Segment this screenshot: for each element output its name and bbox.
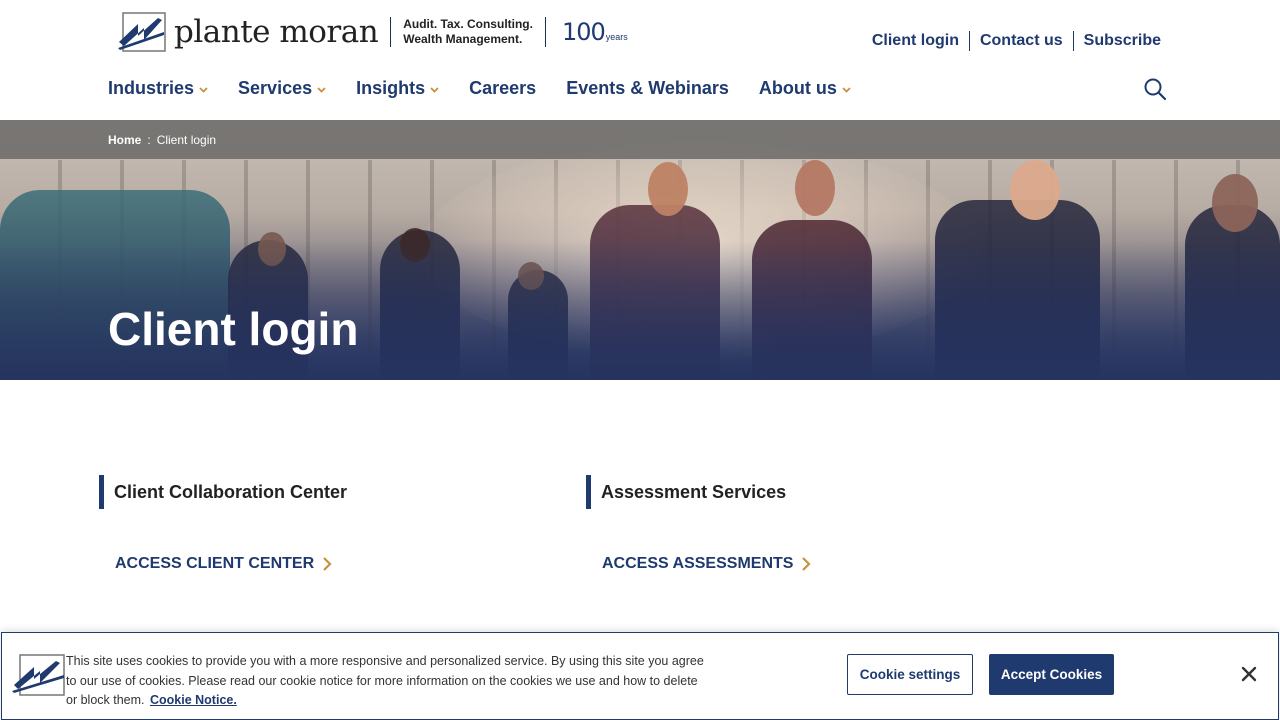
cookie-settings-button[interactable]: Cookie settings xyxy=(847,654,973,695)
nav-item-label: Careers xyxy=(469,78,537,98)
breadcrumb: Home : Client login xyxy=(0,120,1280,159)
search-icon[interactable] xyxy=(1143,77,1167,101)
chevron-down-icon xyxy=(430,86,439,93)
chevron-right-icon xyxy=(802,557,812,571)
utility-link-contact-us[interactable]: Contact us xyxy=(968,31,1073,51)
logo-divider-2 xyxy=(544,17,546,47)
nav-item-events-webinars[interactable]: Events & Webinars xyxy=(566,78,729,99)
cookie-message: This site uses cookies to provide you wi… xyxy=(66,652,706,711)
access-assessments-link[interactable]: ACCESS ASSESSMENTS xyxy=(602,555,812,573)
plante-moran-logo-mark-icon xyxy=(118,12,166,52)
anniversary-number: 100 xyxy=(561,18,606,46)
hero-person-head xyxy=(648,162,688,216)
section-heading: Assessment Services xyxy=(586,475,1026,509)
utility-nav: Client login Contact us Subscribe xyxy=(862,31,1161,51)
anniversary-badge: 100 years xyxy=(562,18,628,46)
link-label: ACCESS CLIENT CENTER xyxy=(115,555,315,572)
chevron-down-icon xyxy=(199,86,208,93)
section-title: Client Collaboration Center xyxy=(114,481,348,502)
logo-tagline-line2: Wealth Management. xyxy=(403,32,523,46)
anniversary-suffix: years xyxy=(605,32,628,42)
nav-item-label: Services xyxy=(238,78,313,98)
chevron-right-icon xyxy=(323,557,332,571)
breadcrumb-separator: : xyxy=(147,132,151,147)
hero-person-head xyxy=(795,160,835,216)
chevron-down-icon xyxy=(842,86,851,93)
breadcrumb-home-link[interactable]: Home xyxy=(108,133,141,147)
logo-wordmark: plante moran xyxy=(174,14,379,50)
nav-item-industries[interactable]: Industries xyxy=(108,78,208,99)
accept-cookies-button[interactable]: Accept Cookies xyxy=(989,654,1114,695)
cookie-notice-link[interactable]: Cookie Notice. xyxy=(150,693,237,707)
nav-item-insights[interactable]: Insights xyxy=(356,78,439,99)
cookie-banner: This site uses cookies to provide you wi… xyxy=(1,632,1279,720)
nav-item-label: Insights xyxy=(356,78,426,98)
link-label: ACCESS ASSESSMENTS xyxy=(602,555,794,572)
section-client-collaboration: Client Collaboration Center ACCESS CLIEN… xyxy=(99,475,539,572)
close-icon[interactable] xyxy=(1239,664,1259,684)
nav-item-label: Industries xyxy=(108,78,195,98)
nav-item-services[interactable]: Services xyxy=(238,78,326,99)
section-heading: Client Collaboration Center xyxy=(99,475,539,509)
site-logo[interactable]: plante moran Audit. Tax. Consulting. Wea… xyxy=(118,12,628,52)
page-title: Client login xyxy=(108,303,359,355)
nav-item-label: About us xyxy=(758,78,837,98)
chevron-down-icon xyxy=(317,86,326,93)
site-header: plante moran Audit. Tax. Consulting. Wea… xyxy=(0,0,1280,120)
utility-link-subscribe[interactable]: Subscribe xyxy=(1072,31,1161,51)
logo-tagline: Audit. Tax. Consulting. Wealth Managemen… xyxy=(403,17,533,47)
nav-item-about-us[interactable]: About us xyxy=(759,78,851,99)
utility-link-client-login[interactable]: Client login xyxy=(862,31,969,51)
nav-item-label: Events & Webinars xyxy=(566,78,729,98)
breadcrumb-current: Client login xyxy=(156,132,217,147)
section-title: Assessment Services xyxy=(601,481,787,502)
hero-person-head xyxy=(1010,160,1060,220)
plante-moran-logo-mark-icon xyxy=(12,654,65,696)
logo-divider xyxy=(390,17,392,47)
nav-item-careers[interactable]: Careers xyxy=(469,78,536,99)
logo-tagline-line1: Audit. Tax. Consulting. xyxy=(403,17,533,31)
main-nav: Industries Services Insights Careers Eve… xyxy=(108,78,881,99)
access-client-center-link[interactable]: ACCESS CLIENT CENTER xyxy=(115,555,332,573)
hero-person-head xyxy=(1212,174,1258,232)
section-assessment-services: Assessment Services ACCESS ASSESSMENTS xyxy=(586,475,1026,572)
hero-banner: Home : Client login Client login xyxy=(0,120,1280,380)
